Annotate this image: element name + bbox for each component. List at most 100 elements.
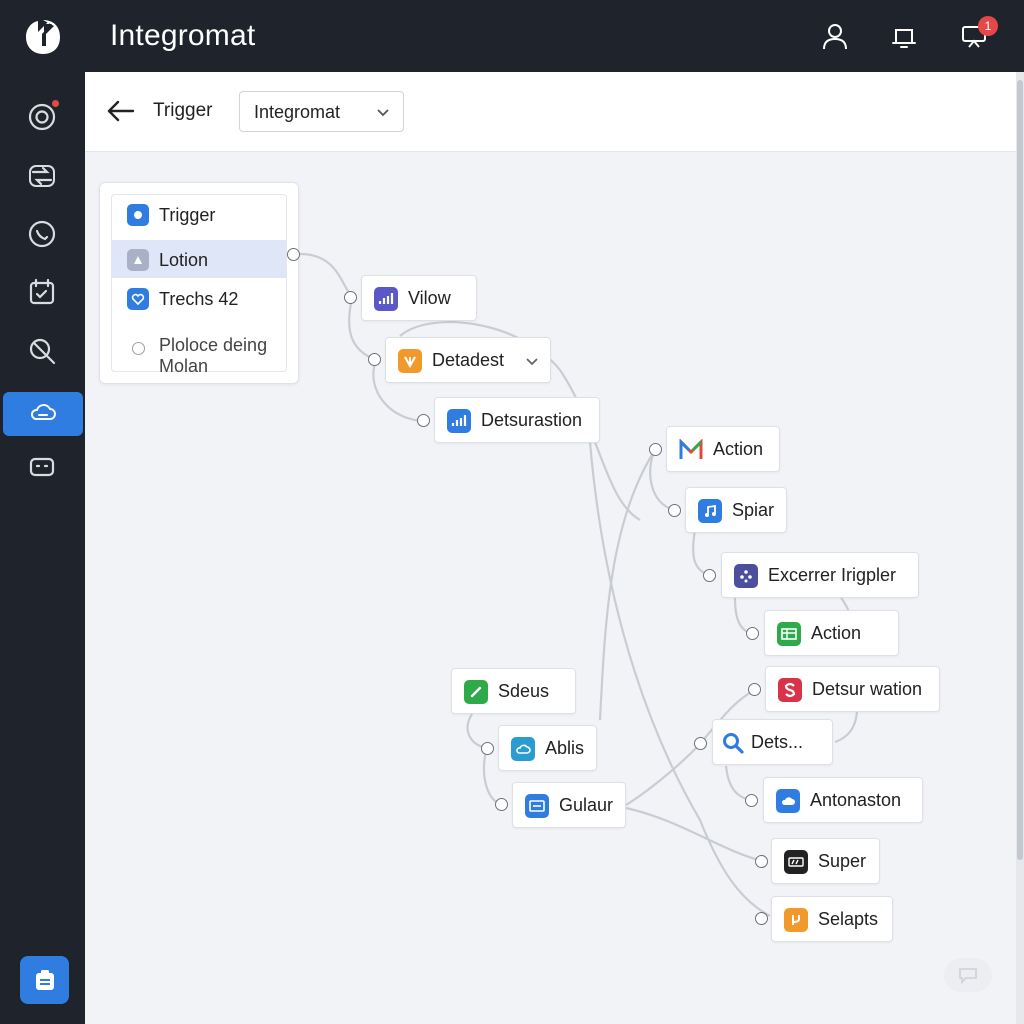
cloud-sync-icon bbox=[30, 404, 56, 420]
rail-item-webhooks[interactable] bbox=[22, 214, 62, 254]
terminal-icon bbox=[784, 850, 808, 874]
node-selapts[interactable]: Selapts bbox=[771, 896, 893, 942]
node-gulaur[interactable]: Gulaur bbox=[512, 782, 626, 828]
trigger-list: Trigger Lotion Trechs 42 Ploloce deing M… bbox=[111, 194, 287, 376]
rail-item-connections[interactable] bbox=[22, 156, 62, 196]
top-bar: Integromat 1 bbox=[85, 0, 1024, 72]
trigger-list-item[interactable]: Trigger bbox=[112, 195, 286, 233]
bell-icon bbox=[892, 29, 916, 48]
input-port[interactable] bbox=[668, 504, 681, 517]
input-port[interactable] bbox=[417, 414, 430, 427]
user-icon bbox=[823, 24, 847, 50]
node-detadest[interactable]: Detadest bbox=[385, 337, 551, 383]
input-port[interactable] bbox=[694, 737, 707, 750]
input-port[interactable] bbox=[745, 794, 758, 807]
node-sdeus[interactable]: Sdeus bbox=[451, 668, 576, 714]
dots-icon bbox=[734, 564, 758, 588]
node-label: Excerrer Irigpler bbox=[768, 565, 897, 585]
node-label: Ablis bbox=[545, 738, 585, 758]
option-radio[interactable] bbox=[132, 342, 145, 355]
tag-icon bbox=[398, 349, 422, 373]
node-label: Action bbox=[713, 439, 764, 459]
screen-icon bbox=[525, 794, 549, 818]
profile-button[interactable] bbox=[819, 20, 851, 52]
rail-item-devices[interactable] bbox=[22, 447, 62, 487]
node-antonaston[interactable]: Antonaston bbox=[763, 777, 923, 823]
node-label: Super bbox=[818, 851, 867, 871]
input-port[interactable] bbox=[755, 855, 768, 868]
notification-dot bbox=[52, 100, 59, 107]
option-text: Ploloce deing Molan bbox=[159, 335, 268, 376]
input-port[interactable] bbox=[748, 683, 761, 696]
input-port[interactable] bbox=[481, 742, 494, 755]
node-label: Detsurastion bbox=[481, 410, 583, 430]
input-port[interactable] bbox=[703, 569, 716, 582]
node-label: Antonaston bbox=[810, 790, 902, 810]
node-label: Gulaur bbox=[559, 795, 614, 815]
sub-header: Trigger Integromat bbox=[85, 72, 1016, 152]
input-port[interactable] bbox=[344, 291, 357, 304]
clipboard-icon bbox=[35, 970, 54, 990]
node-label: Spiar bbox=[732, 500, 775, 520]
cloud-icon bbox=[511, 737, 535, 761]
node-label: Sdeus bbox=[498, 681, 550, 701]
puzzle-icon bbox=[127, 249, 149, 271]
clipboard-button[interactable] bbox=[20, 956, 69, 1004]
input-port[interactable] bbox=[746, 627, 759, 640]
input-port[interactable] bbox=[755, 912, 768, 925]
node-detsurwation[interactable]: Detsur wation bbox=[765, 666, 940, 712]
node-excerrer[interactable]: Excerrer Irigpler bbox=[721, 552, 919, 598]
target-icon bbox=[28, 103, 56, 131]
node-action-gmail[interactable]: Action bbox=[666, 426, 780, 472]
trigger-panel: Trigger Lotion Trechs 42 Ploloce deing M… bbox=[99, 182, 299, 384]
module-icon bbox=[127, 204, 149, 226]
search-icon bbox=[721, 731, 745, 755]
trigger-list-item[interactable]: Trechs 42 bbox=[112, 279, 286, 317]
trigger-item-label: Trechs 42 bbox=[159, 289, 239, 309]
integromat-logo-icon[interactable] bbox=[24, 18, 62, 56]
heart-shield-icon bbox=[127, 288, 149, 310]
node-dets[interactable]: Dets... bbox=[712, 719, 833, 765]
vertical-scrollbar-thumb[interactable] bbox=[1017, 80, 1023, 860]
notification-badge: 1 bbox=[978, 16, 998, 36]
node-label: Selapts bbox=[818, 909, 879, 929]
left-sidebar bbox=[0, 0, 85, 1024]
input-port[interactable] bbox=[649, 443, 662, 456]
output-port[interactable] bbox=[287, 248, 300, 261]
app-title: Integromat bbox=[110, 19, 256, 52]
branch-icon bbox=[784, 908, 808, 932]
pen-icon bbox=[464, 680, 488, 704]
breadcrumb-label: Trigger bbox=[153, 100, 213, 121]
gmail-icon bbox=[679, 438, 703, 462]
trigger-item-label: Trigger bbox=[159, 205, 216, 225]
back-arrow-icon[interactable] bbox=[105, 96, 137, 126]
bar-chart-icon bbox=[447, 409, 471, 433]
node-super[interactable]: Super bbox=[771, 838, 880, 884]
chevron-down-icon[interactable] bbox=[524, 353, 540, 369]
node-vilow[interactable]: Vilow bbox=[361, 275, 477, 321]
phone-circle-icon bbox=[28, 220, 56, 248]
s-icon bbox=[778, 678, 802, 702]
node-label: Detadest bbox=[432, 350, 505, 370]
rail-item-schedule[interactable] bbox=[22, 272, 62, 312]
bar-chart-icon bbox=[374, 287, 398, 311]
chevron-down-icon bbox=[377, 109, 389, 117]
app-select-dropdown[interactable]: Integromat bbox=[239, 91, 404, 132]
input-port[interactable] bbox=[368, 353, 381, 366]
rail-item-search[interactable] bbox=[22, 331, 62, 371]
node-label: Vilow bbox=[408, 288, 451, 308]
node-label: Action bbox=[811, 623, 862, 643]
help-chat-button[interactable] bbox=[944, 958, 992, 992]
cloud-icon bbox=[776, 789, 800, 813]
rail-item-cloud-active[interactable] bbox=[3, 392, 83, 436]
chat-icon bbox=[959, 968, 977, 984]
connections-icon bbox=[29, 165, 55, 187]
node-spiar[interactable]: Spiar bbox=[685, 487, 787, 533]
input-port[interactable] bbox=[495, 798, 508, 811]
node-detsurastion[interactable]: Detsurastion bbox=[434, 397, 600, 443]
node-ablis[interactable]: Ablis bbox=[498, 725, 597, 771]
notifications-button[interactable] bbox=[888, 20, 920, 52]
trigger-list-item-selected[interactable]: Lotion bbox=[112, 240, 286, 278]
node-action-sheet[interactable]: Action bbox=[764, 610, 899, 656]
node-label: Detsur wation bbox=[812, 679, 923, 699]
